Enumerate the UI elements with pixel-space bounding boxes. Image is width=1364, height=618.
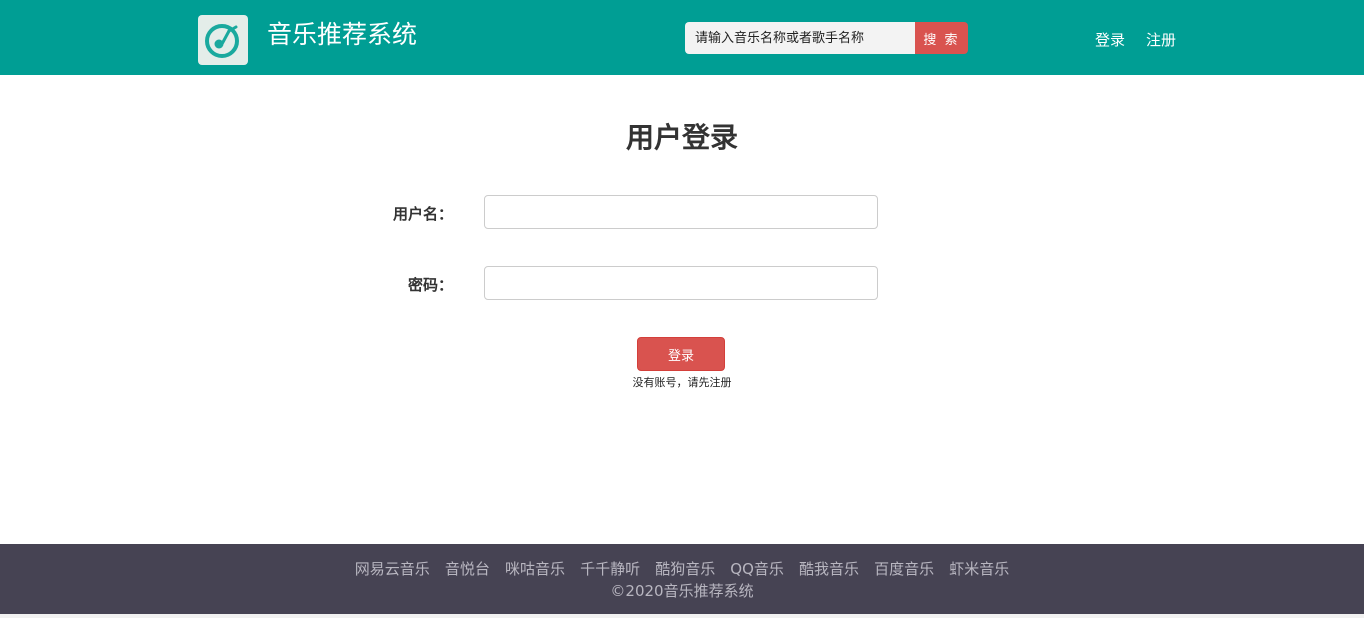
- site-logo[interactable]: [198, 15, 248, 65]
- page-title: 用户登录: [625, 121, 738, 154]
- password-field[interactable]: [484, 266, 878, 300]
- copyright-text: ©2020音乐推荐系统: [610, 582, 754, 600]
- footer: 网易云音乐 音悦台 咪咕音乐 千千静听 酷狗音乐 QQ音乐 酷我音乐 百度音乐 …: [0, 544, 1364, 614]
- footer-link-xiami[interactable]: 虾米音乐: [949, 560, 1009, 578]
- nav-login-link[interactable]: 登录: [1095, 30, 1125, 50]
- footer-link-baidu[interactable]: 百度音乐: [874, 560, 934, 578]
- top-header: 音乐推荐系统 搜 索 登录 注册: [0, 0, 1364, 75]
- register-hint-link[interactable]: 没有账号，请先注册: [0, 375, 1364, 391]
- site-title[interactable]: 音乐推荐系统: [267, 19, 417, 51]
- footer-link-qqmusic[interactable]: QQ音乐: [730, 560, 784, 578]
- search-input[interactable]: [685, 22, 915, 54]
- username-label: 用户名：: [392, 205, 453, 223]
- footer-links: 网易云音乐 音悦台 咪咕音乐 千千静听 酷狗音乐 QQ音乐 酷我音乐 百度音乐 …: [0, 559, 1364, 579]
- footer-link-kugou[interactable]: 酷狗音乐: [655, 560, 715, 578]
- nav-register-link[interactable]: 注册: [1146, 30, 1176, 50]
- footer-link-yinyuetai[interactable]: 音悦台: [445, 560, 490, 578]
- password-label: 密码：: [407, 276, 453, 294]
- footer-link-netease[interactable]: 网易云音乐: [355, 560, 430, 578]
- username-field[interactable]: [484, 195, 878, 229]
- footer-link-migu[interactable]: 咪咕音乐: [505, 560, 565, 578]
- page-bottom-divider: [0, 614, 1364, 618]
- login-button[interactable]: 登录: [637, 337, 725, 371]
- footer-link-kuwo[interactable]: 酷我音乐: [799, 560, 859, 578]
- search-button[interactable]: 搜 索: [915, 22, 968, 54]
- music-disc-icon: [205, 24, 239, 58]
- footer-link-ttplayer[interactable]: 千千静听: [580, 560, 640, 578]
